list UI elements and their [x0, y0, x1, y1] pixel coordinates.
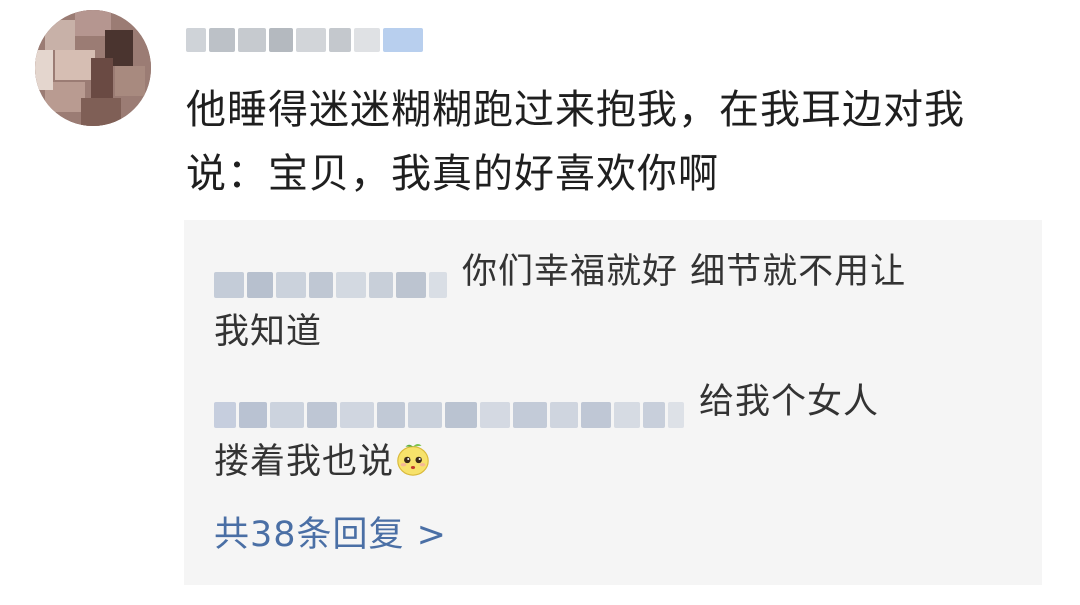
reply-text: 你们幸福就好 细节就不用让 [462, 252, 907, 292]
reply-item[interactable]: 给我个女人 搂着我也说 [214, 372, 1004, 492]
reply-author-blurred[interactable] [214, 257, 450, 298]
username-blurred[interactable] [186, 22, 423, 58]
reply-item[interactable]: 你们幸福就好 细节就不用让 我知道 [214, 242, 1004, 362]
replies-panel: 你们幸福就好 细节就不用让 我知道 给我个女人 搂着我也说 共38条回复 > [184, 220, 1042, 585]
avatar[interactable] [35, 10, 151, 126]
comment-text: 他睡得迷迷糊糊跑过来抱我，在我耳边对我 说：宝贝，我真的好喜欢你啊 [186, 78, 1046, 206]
more-replies-link[interactable]: 共38条回复 > [214, 510, 447, 560]
lemon-face-icon [397, 444, 429, 476]
comment-line-1: 他睡得迷迷糊糊跑过来抱我，在我耳边对我 [186, 87, 965, 133]
reply-text: 给我个女人 [699, 382, 880, 422]
reply-text-cont: 我知道 [214, 312, 323, 352]
reply-text-cont: 搂着我也说 [214, 442, 395, 482]
reply-author-blurred[interactable] [214, 387, 687, 428]
comment-line-2: 说：宝贝，我真的好喜欢你啊 [186, 151, 719, 197]
